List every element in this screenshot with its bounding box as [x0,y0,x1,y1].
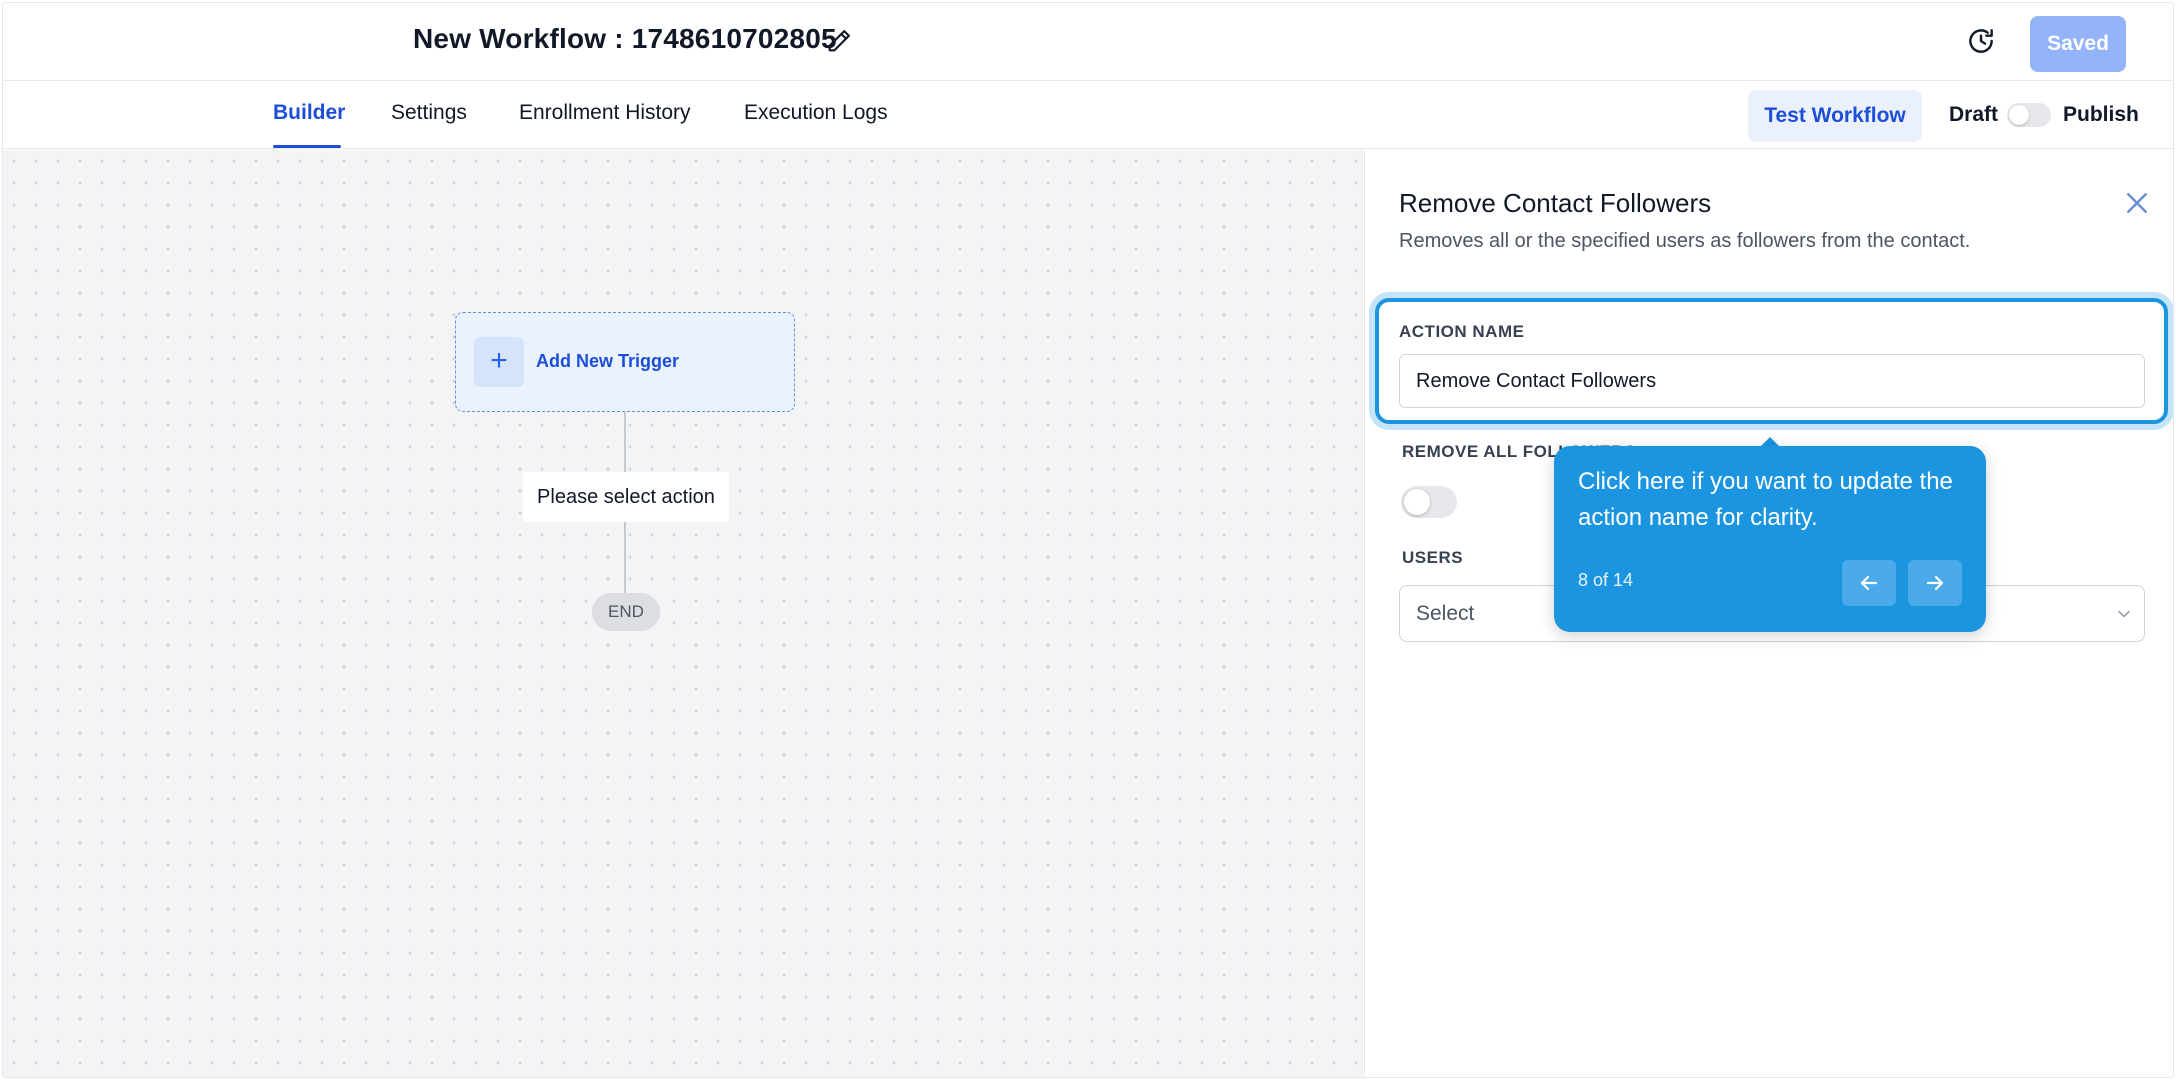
connector-line [624,522,626,593]
panel-title: Remove Contact Followers [1399,188,1712,218]
header: New Workflow : 1748610702805 Saved [3,3,2173,81]
end-node: END [592,593,660,631]
connector-line [624,412,626,472]
workflow-title: New Workflow : 1748610702805 [413,23,837,54]
saved-button[interactable]: Saved [2030,16,2126,72]
remove-all-followers-toggle[interactable] [1401,486,1457,518]
app-window: New Workflow : 1748610702805 Saved Build… [2,2,2174,1078]
tooltip-text: Click here if you want to update the act… [1578,468,1953,531]
plus-icon: + [474,337,524,387]
close-icon[interactable] [2122,188,2152,218]
publish-toggle[interactable] [2007,103,2051,127]
tooltip-next-button[interactable] [1908,560,1962,606]
add-trigger-label: Add New Trigger [536,351,680,371]
tab-enrollment-history[interactable]: Enrollment History [519,101,691,125]
tooltip-prev-button[interactable] [1842,560,1896,606]
select-action-node[interactable]: Please select action [523,472,729,522]
pencil-icon[interactable] [825,27,853,55]
tab-execution-logs[interactable]: Execution Logs [744,101,888,125]
users-label: USERS [1402,548,1464,567]
chevron-down-icon [2114,604,2134,624]
panel-description: Removes all or the specified users as fo… [1399,230,1971,252]
tour-tooltip: Click here if you want to update the act… [1554,446,1986,632]
active-tab-indicator [273,145,341,148]
publish-label: Publish [2063,103,2139,126]
tab-builder[interactable]: Builder [273,101,345,125]
toggle-knob [1404,489,1430,515]
action-name-label: ACTION NAME [1399,322,1525,341]
draft-label: Draft [1949,103,1999,126]
history-icon[interactable] [1965,25,1997,57]
builder-canvas[interactable]: + Add New Trigger Please select action E… [3,150,1363,1077]
test-workflow-button[interactable]: Test Workflow [1748,90,1922,142]
arrow-left-icon [1860,575,1878,591]
toggle-knob [2009,105,2029,125]
tooltip-step-counter: 8 of 14 [1578,570,1634,590]
action-name-input[interactable] [1399,354,2145,408]
tab-settings[interactable]: Settings [391,101,467,125]
tab-bar: Builder Settings Enrollment History Exec… [3,81,2173,149]
add-trigger-card[interactable]: + Add New Trigger [455,312,795,412]
users-select-value: Select [1416,602,1475,625]
arrow-right-icon [1926,575,1944,591]
